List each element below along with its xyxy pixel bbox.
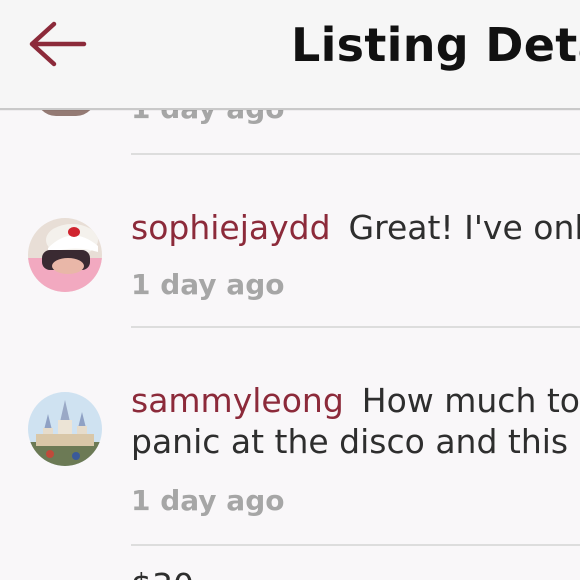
comment-timestamp: 1 day ago	[131, 268, 285, 301]
divider	[131, 326, 580, 328]
header-bar: Listing Deta	[0, 0, 580, 110]
listing-details-screen: 1 day ago sophiejaydd Great! I've only 1 …	[0, 0, 580, 580]
comment-text: sophiejaydd Great! I've only	[131, 206, 580, 249]
comment-text: sammyleong How much to	[131, 379, 580, 422]
avatar-image	[28, 218, 102, 292]
back-arrow-icon	[29, 21, 87, 67]
username-link[interactable]: sammyleong	[131, 381, 344, 420]
username-link[interactable]: sophiejaydd	[131, 208, 331, 247]
comment-timestamp: 1 day ago	[131, 484, 285, 517]
back-button[interactable]	[24, 16, 90, 72]
avatar-sophiejaydd[interactable]	[28, 218, 102, 292]
divider	[131, 153, 580, 155]
comment-body: How much to	[361, 381, 580, 420]
avatar-image	[28, 392, 102, 466]
page-title: Listing Deta	[291, 18, 580, 72]
comment-body-line2: panic at the disco and this	[131, 422, 569, 461]
avatar-sammyleong[interactable]	[28, 392, 102, 466]
divider	[131, 544, 580, 546]
next-comment-partial: $30	[131, 566, 194, 580]
comment-body: Great! I've only	[348, 208, 580, 247]
